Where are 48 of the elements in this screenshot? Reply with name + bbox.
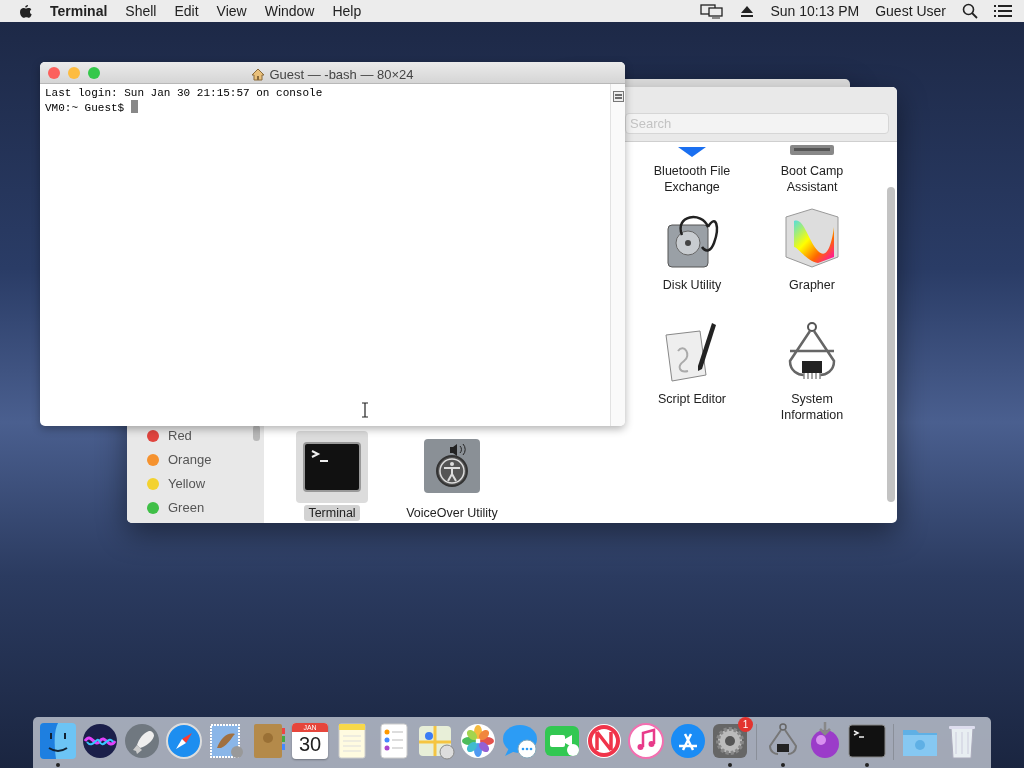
scrollbar-thumb[interactable] <box>887 187 895 502</box>
rocket-icon[interactable] <box>123 722 161 760</box>
tag-label[interactable]: Orange <box>168 450 212 470</box>
menu-item[interactable]: Window <box>264 0 315 22</box>
music-note-icon[interactable] <box>627 722 665 760</box>
terminal-icon[interactable] <box>848 722 886 760</box>
house-icon <box>251 68 266 82</box>
menu-clock[interactable]: Sun 10:13 PM <box>770 0 860 22</box>
user-menu[interactable]: Guest User <box>875 0 946 22</box>
app-label[interactable]: Script Editor <box>640 391 744 407</box>
notification-badge: 1 <box>738 717 753 732</box>
tag-label[interactable]: Red <box>168 426 192 446</box>
app-label[interactable]: System Information <box>760 391 864 423</box>
siri-orb-icon[interactable] <box>81 722 119 760</box>
menu-item[interactable]: View <box>216 0 247 22</box>
app-label[interactable]: VoiceOver Utility <box>400 505 504 521</box>
app-label[interactable]: Terminal <box>304 505 360 521</box>
app-menu[interactable]: Terminal <box>50 0 108 22</box>
gear-icon[interactable] <box>711 722 749 760</box>
menu-item[interactable]: Shell <box>125 0 157 22</box>
bird-stamp-icon[interactable] <box>207 722 245 760</box>
slash-circle-icon[interactable] <box>585 722 623 760</box>
close-button[interactable] <box>48 66 60 79</box>
eject-icon[interactable] <box>740 4 755 18</box>
app-label[interactable]: Grapher <box>760 277 864 293</box>
terminal-line: Last login: Sun Jan 30 21:15:57 on console <box>45 86 324 100</box>
compass-icon[interactable] <box>165 722 203 760</box>
list-icon[interactable] <box>994 4 1012 18</box>
finder-face-icon[interactable] <box>39 722 77 760</box>
tag-label[interactable]: Yellow <box>168 474 206 494</box>
app-label[interactable]: Boot Camp Assistant <box>760 163 864 195</box>
menu-item[interactable]: Help <box>332 0 362 22</box>
text-cursor <box>130 100 138 113</box>
window-title: Guest — -bash — 80×24 <box>269 66 414 84</box>
scrollbar-thumb[interactable] <box>253 425 260 441</box>
tag-label[interactable]: Green <box>168 498 205 518</box>
flower-icon[interactable] <box>459 722 497 760</box>
app-store-icon[interactable] <box>669 722 707 760</box>
app-label[interactable]: Bluetooth File Exchange <box>640 163 744 195</box>
apple-logo-icon[interactable] <box>18 3 32 19</box>
app-label[interactable]: Disk Utility <box>640 277 744 293</box>
speech-bubble-icon[interactable] <box>501 722 539 760</box>
terminal-line: VM0:~ Guest$ <box>45 102 126 114</box>
displays-icon[interactable] <box>700 3 725 19</box>
scroll-split-icon[interactable] <box>613 91 624 103</box>
menu-item[interactable]: Edit <box>174 0 199 22</box>
search-icon[interactable] <box>962 3 978 19</box>
text-cursor-icon <box>361 402 369 418</box>
